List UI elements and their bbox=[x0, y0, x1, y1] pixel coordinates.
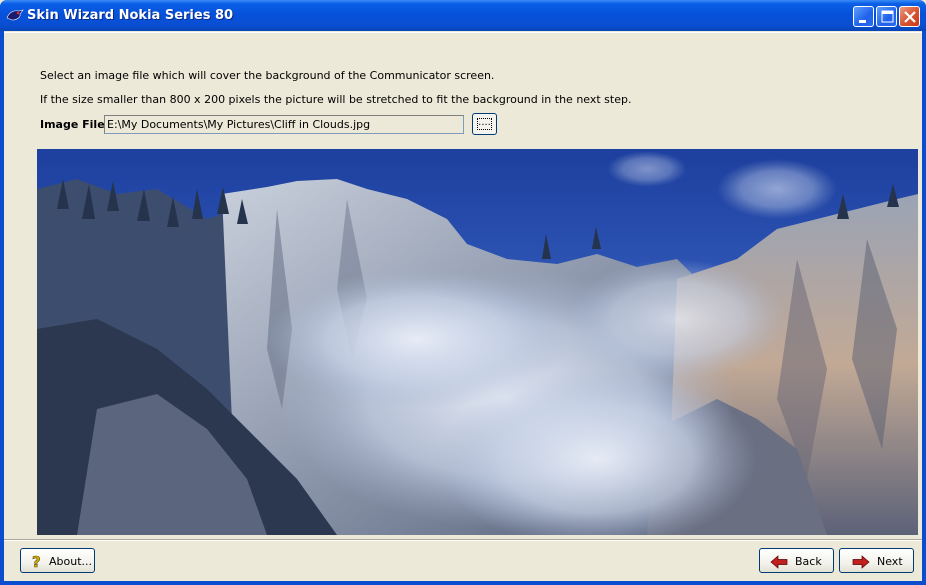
instruction-text-1: Select an image file which will cover th… bbox=[40, 69, 495, 82]
question-mark-icon: ? bbox=[32, 554, 41, 569]
arrow-left-icon bbox=[770, 555, 788, 569]
wizard-window: Skin Wizard Nokia Series 80 Select an im… bbox=[0, 0, 926, 585]
maximize-icon bbox=[881, 10, 894, 23]
image-file-field[interactable] bbox=[104, 115, 464, 134]
minimize-button[interactable] bbox=[853, 6, 874, 27]
arrow-right-icon bbox=[852, 555, 870, 569]
next-button[interactable]: Next bbox=[839, 548, 914, 573]
instruction-text-2: If the size smaller than 800 x 200 pixel… bbox=[40, 93, 632, 106]
window-title: Skin Wizard Nokia Series 80 bbox=[27, 8, 234, 23]
maximize-button[interactable] bbox=[876, 6, 897, 27]
next-button-label: Next bbox=[877, 555, 903, 568]
nokia-skin-icon bbox=[6, 9, 24, 21]
close-icon bbox=[904, 11, 916, 23]
back-button-label: Back bbox=[795, 555, 822, 568]
image-preview bbox=[37, 149, 918, 535]
title-bar[interactable]: Skin Wizard Nokia Series 80 bbox=[0, 0, 926, 31]
back-button[interactable]: Back bbox=[759, 548, 834, 573]
cliff-in-clouds-image bbox=[37, 149, 918, 535]
close-button[interactable] bbox=[899, 6, 920, 27]
browse-button-label: .... bbox=[477, 117, 492, 130]
svg-text:?: ? bbox=[32, 554, 41, 569]
image-file-label: Image File: bbox=[40, 118, 110, 131]
browse-button[interactable]: .... bbox=[472, 113, 497, 135]
about-button[interactable]: ? About... bbox=[20, 548, 95, 573]
wizard-body: Select an image file which will cover th… bbox=[4, 31, 922, 581]
about-button-label: About... bbox=[49, 555, 93, 568]
minimize-icon bbox=[859, 20, 866, 23]
